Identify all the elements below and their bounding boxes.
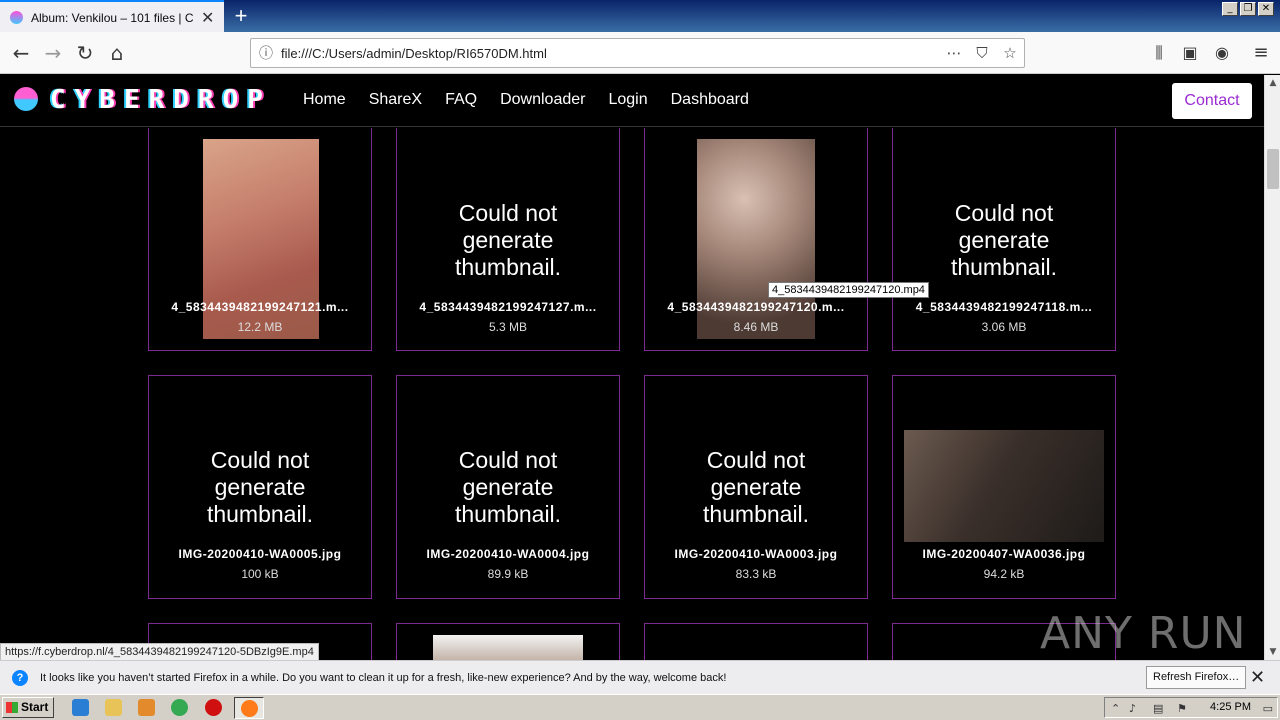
file-name[interactable]: IMG-20200410-WA0004.jpg — [401, 547, 615, 561]
browser-tab[interactable]: Album: Venkilou – 101 files | Cyber ✕ — [0, 0, 224, 33]
file-name[interactable]: IMG-20200407-WA0036.jpg — [897, 547, 1111, 561]
back-icon[interactable]: ← — [8, 40, 34, 66]
file-name[interactable]: 4_5834439482199247120.m... — [649, 300, 863, 314]
no-thumbnail-text: Could not generate thumbnail. — [950, 200, 1058, 280]
window-title-bar: Album: Venkilou – 101 files | Cyber ✕ + … — [0, 0, 1280, 33]
status-url: https://f.cyberdrop.nl/4_583443948219924… — [0, 643, 319, 661]
file-name-tooltip: 4_5834439482199247120.mp4 — [768, 282, 929, 298]
file-size: 94.2 kB — [983, 567, 1025, 581]
start-label: Start — [21, 700, 49, 714]
file-size: 100 kB — [241, 567, 279, 581]
file-card[interactable]: Could not generate thumbnail. 4_5834439482… — [396, 128, 620, 351]
file-card[interactable]: 4_5834439482199247120.m... 8.46 MB — [644, 128, 868, 351]
scrollbar-thumb[interactable] — [1267, 149, 1279, 189]
file-name[interactable]: 4_5834439482199247121.m... — [153, 300, 367, 314]
file-card[interactable]: Could not generate thumbnail. 4_5834439482… — [892, 128, 1116, 351]
close-notification-icon[interactable]: ✕ — [1250, 667, 1265, 688]
file-name[interactable]: 4_5834439482199247127.m... — [401, 300, 615, 314]
firefox-taskbar-button[interactable] — [234, 697, 264, 719]
reload-icon[interactable]: ↻ — [72, 40, 98, 66]
window-controls: _ ❐ ✕ — [1222, 2, 1274, 16]
refresh-firefox-button[interactable]: Refresh Firefox… — [1146, 666, 1247, 689]
file-card[interactable] — [644, 623, 868, 660]
file-card[interactable]: Could not generate thumbnail. IMG-20200410… — [644, 375, 868, 599]
show-desktop-icon[interactable]: ▭ — [1263, 702, 1273, 715]
menu-dashboard[interactable]: Dashboard — [671, 91, 749, 109]
url-text[interactable]: file:///C:/Users/admin/Desktop/RI6570DM.… — [281, 46, 940, 61]
media-player-icon[interactable] — [138, 699, 155, 716]
taskbar: Start ⌃ ♪ ▤ ⚑ 4:25 PM ▭ — [0, 694, 1280, 720]
file-size: 83.3 kB — [735, 567, 777, 581]
folder-icon[interactable] — [105, 699, 122, 716]
page-info-icon[interactable]: ⓘ — [251, 43, 281, 63]
pocket-icon[interactable]: ⛉ — [968, 44, 996, 62]
close-tab-icon[interactable]: ✕ — [201, 8, 214, 28]
cyberdrop-favicon-icon — [10, 11, 23, 24]
clock[interactable]: 4:25 PM — [1210, 701, 1251, 713]
vertical-scrollbar[interactable]: ▲ ▼ — [1264, 75, 1280, 660]
file-card[interactable]: Could not generate thumbnail. IMG-20200410… — [148, 375, 372, 599]
file-card[interactable]: Could not generate thumbnail. IMG-20200410… — [396, 375, 620, 599]
home-icon[interactable]: ⌂ — [104, 40, 130, 66]
menu-downloader[interactable]: Downloader — [500, 91, 585, 109]
menu-sharex[interactable]: ShareX — [369, 91, 422, 109]
site-header: CYBERDROP Home ShareX FAQ Downloader Log… — [0, 75, 1264, 127]
file-card[interactable]: IMG-20200407-WA0036.jpg 94.2 kB — [892, 375, 1116, 599]
main-menu: Home ShareX FAQ Downloader Login Dashboa… — [303, 91, 749, 109]
library-icon[interactable]: ⫼ — [1146, 40, 1172, 66]
menu-home[interactable]: Home — [303, 91, 346, 109]
tray-expand-icon[interactable]: ⌃ — [1111, 702, 1120, 715]
file-size: 8.46 MB — [733, 320, 779, 334]
navigation-toolbar: ← → ↻ ⌂ ⓘ file:///C:/Users/admin/Desktop… — [0, 32, 1280, 74]
notification-bar: ? It looks like you haven’t started Fire… — [0, 660, 1280, 694]
contact-button[interactable]: Contact — [1172, 83, 1252, 119]
system-tray: ⌃ ♪ ▤ ⚑ 4:25 PM ▭ — [1104, 697, 1278, 718]
tab-title: Album: Venkilou – 101 files | Cyber — [31, 10, 193, 25]
anyrun-watermark: ANY RUN — [1040, 608, 1247, 659]
file-thumbnail[interactable] — [904, 430, 1104, 542]
action-center-flag-icon[interactable]: ⚑ — [1177, 702, 1187, 715]
menu-faq[interactable]: FAQ — [445, 91, 477, 109]
menu-login[interactable]: Login — [608, 91, 647, 109]
minimize-button[interactable]: _ — [1222, 2, 1238, 16]
no-thumbnail-text: Could not generate thumbnail. — [454, 200, 562, 280]
bookmark-star-icon[interactable]: ☆ — [996, 44, 1024, 62]
info-icon: ? — [12, 669, 28, 686]
address-bar[interactable]: ⓘ file:///C:/Users/admin/Desktop/RI6570D… — [250, 38, 1025, 68]
file-card[interactable] — [396, 623, 620, 660]
ie-icon[interactable] — [72, 699, 89, 716]
cyberdrop-logo-icon[interactable] — [14, 87, 38, 111]
sidebar-icon[interactable]: ▣ — [1177, 40, 1203, 66]
chrome-icon[interactable] — [171, 699, 188, 716]
page-actions-icon[interactable]: ⋯ — [940, 44, 968, 62]
file-size: 5.3 MB — [488, 320, 527, 334]
no-thumbnail-text: Could not generate thumbnail. — [702, 447, 810, 527]
network-icon[interactable]: ▤ — [1153, 702, 1163, 715]
file-size: 12.2 MB — [237, 320, 283, 334]
scroll-down-icon[interactable]: ▼ — [1265, 644, 1280, 660]
file-size: 89.9 kB — [487, 567, 529, 581]
windows-flag-icon — [6, 702, 18, 713]
file-thumbnail[interactable] — [433, 635, 583, 660]
no-thumbnail-text: Could not generate thumbnail. — [454, 447, 562, 527]
file-name[interactable]: IMG-20200410-WA0005.jpg — [153, 547, 367, 561]
new-tab-button[interactable]: + — [228, 3, 254, 29]
site-logo[interactable]: CYBERDROP — [50, 85, 272, 115]
file-size: 3.06 MB — [981, 320, 1027, 334]
start-button[interactable]: Start — [2, 697, 54, 718]
account-icon[interactable]: ◉ — [1209, 40, 1235, 66]
menu-icon[interactable]: ≡ — [1248, 40, 1274, 66]
file-card[interactable]: 4_5834439482199247121.m... 12.2 MB — [148, 128, 372, 351]
file-name[interactable]: 4_5834439482199247118.m... — [897, 300, 1111, 314]
opera-icon[interactable] — [205, 699, 222, 716]
volume-icon[interactable]: ♪ — [1129, 702, 1136, 715]
file-name[interactable]: IMG-20200410-WA0003.jpg — [649, 547, 863, 561]
no-thumbnail-text: Could not generate thumbnail. — [206, 447, 314, 527]
notification-text: It looks like you haven’t started Firefo… — [40, 671, 727, 684]
restore-button[interactable]: ❐ — [1240, 2, 1256, 16]
scroll-up-icon[interactable]: ▲ — [1265, 75, 1280, 91]
firefox-icon — [241, 700, 258, 717]
forward-icon[interactable]: → — [40, 40, 66, 66]
close-window-button[interactable]: ✕ — [1258, 2, 1274, 16]
